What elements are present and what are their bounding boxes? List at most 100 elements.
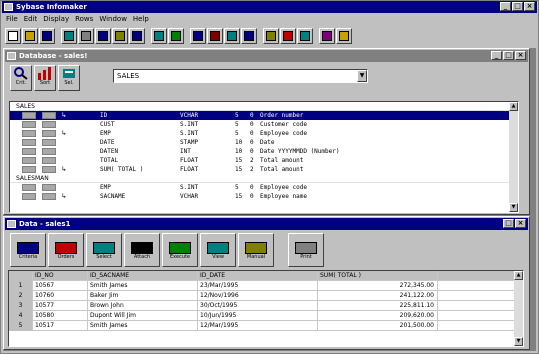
field-sort-cell[interactable] — [42, 148, 56, 155]
vertical-scrollbar[interactable]: ▲ ▼ — [509, 102, 518, 212]
manual-button[interactable]: Manual — [238, 233, 274, 267]
minimize-button[interactable]: _ — [491, 51, 502, 60]
field-selector-cell[interactable] — [22, 184, 36, 191]
query-button[interactable] — [224, 28, 240, 44]
window-menu-icon[interactable] — [7, 52, 16, 60]
table-row[interactable]: 3 10577 Brown John 30/Oct/1995 225,811.10 — [9, 301, 523, 311]
field-selector-cell[interactable] — [22, 166, 36, 173]
column-header[interactable] — [9, 271, 33, 281]
column-header[interactable]: SUM( TOTAL ) — [318, 271, 438, 281]
menu-help[interactable]: Help — [133, 14, 149, 25]
maximize-button[interactable]: □ — [503, 51, 514, 60]
sort-button[interactable]: Sort — [34, 65, 56, 91]
field-sort-cell[interactable] — [42, 139, 56, 146]
select-button[interactable]: Sel. — [58, 65, 80, 91]
criteria-button[interactable]: Crit. — [10, 65, 32, 91]
new-button[interactable] — [5, 28, 21, 44]
label-button[interactable] — [280, 28, 296, 44]
scroll-down-icon[interactable]: ▼ — [509, 203, 518, 212]
system-menu-icon[interactable] — [4, 3, 13, 11]
close-button[interactable]: × — [515, 51, 526, 60]
menu-rows[interactable]: Rows — [75, 14, 93, 25]
open-button[interactable] — [22, 28, 38, 44]
field-sort-cell[interactable] — [42, 193, 56, 200]
print-button[interactable] — [61, 28, 77, 44]
chart-button[interactable] — [207, 28, 223, 44]
field-sort-cell[interactable] — [42, 121, 56, 128]
field-row[interactable]: TOTAL FLOAT 15 2 Total amount — [10, 156, 518, 165]
field-selector-cell[interactable] — [22, 148, 36, 155]
form-button[interactable] — [263, 28, 279, 44]
orders-button[interactable]: Orders — [48, 233, 84, 267]
maximize-button[interactable]: □ — [512, 2, 523, 11]
exit-button[interactable] — [319, 28, 335, 44]
sort-button[interactable] — [151, 28, 167, 44]
section-header[interactable]: SALESMAN — [10, 174, 518, 183]
paste-button[interactable] — [112, 28, 128, 44]
criteria-button[interactable]: Criteria — [10, 233, 46, 267]
table-select[interactable]: SALES ▼ — [113, 69, 368, 83]
scroll-down-icon[interactable]: ▼ — [514, 337, 523, 346]
minimize-button[interactable]: _ — [500, 2, 511, 11]
row-number[interactable]: 3 — [9, 301, 33, 311]
field-sort-cell[interactable] — [42, 157, 56, 164]
field-sort-cell[interactable] — [42, 184, 56, 191]
print-button[interactable]: Print — [288, 233, 324, 267]
save-button[interactable] — [39, 28, 55, 44]
table-row[interactable]: 1 10567 Smith James 23/Mar/1995 272,345.00 — [9, 281, 523, 291]
close-button[interactable]: × — [515, 219, 526, 228]
cut-button[interactable] — [78, 28, 94, 44]
menu-display[interactable]: Display — [43, 14, 69, 25]
row-number[interactable]: 4 — [9, 311, 33, 321]
table-button[interactable] — [241, 28, 257, 44]
scroll-up-icon[interactable]: ▲ — [514, 271, 523, 280]
field-sort-cell[interactable] — [42, 166, 56, 173]
definition-titlebar[interactable]: Database - sales! _ □ × — [5, 50, 528, 62]
field-selector-cell[interactable] — [22, 130, 36, 137]
column-header[interactable]: ID_SACNAME — [88, 271, 198, 281]
table-row[interactable]: 2 10760 Baker Jim 12/Nov/1996 241,122.00 — [9, 291, 523, 301]
field-selector-cell[interactable] — [22, 112, 36, 119]
field-row[interactable]: ↳ SACNAME VCHAR 15 0 Employee name — [10, 192, 518, 201]
field-row[interactable]: ↳ EMP S.INT 5 0 Employee code — [10, 129, 518, 138]
field-sort-cell[interactable] — [42, 112, 56, 119]
field-row[interactable]: DATE STAMP 10 0 Date — [10, 138, 518, 147]
field-selector-cell[interactable] — [22, 193, 36, 200]
help-button[interactable] — [336, 28, 352, 44]
execute-button[interactable]: Execute — [162, 233, 198, 267]
column-header[interactable]: ID_DATE — [198, 271, 318, 281]
app-titlebar[interactable]: Sybase Infomaker _ □ × — [2, 1, 537, 13]
attach-button[interactable]: Attach — [124, 233, 160, 267]
report-button[interactable] — [190, 28, 206, 44]
dropdown-arrow-icon[interactable]: ▼ — [357, 70, 367, 82]
field-selector-cell[interactable] — [22, 157, 36, 164]
table-row[interactable]: 5 10517 Smith James 12/Mar/1995 201,500.00 — [9, 321, 523, 331]
vertical-scrollbar[interactable]: ▲ ▼ — [514, 271, 523, 346]
undo-button[interactable] — [129, 28, 145, 44]
field-row[interactable]: ↳ SUM( TOTAL ) FLOAT 15 2 Total amount — [10, 165, 518, 174]
column-header[interactable]: ID_NO — [33, 271, 88, 281]
menu-edit[interactable]: Edit — [24, 14, 38, 25]
filter-button[interactable] — [168, 28, 184, 44]
data-titlebar[interactable]: Data - sales1 □ × — [5, 218, 528, 230]
field-row[interactable]: EMP S.INT 5 0 Employee code — [10, 183, 518, 192]
grid-button[interactable] — [297, 28, 313, 44]
section-header[interactable]: SALES — [10, 102, 518, 111]
menu-file[interactable]: File — [6, 14, 18, 25]
row-number[interactable]: 2 — [9, 291, 33, 301]
select-button[interactable]: Select — [86, 233, 122, 267]
table-row[interactable]: 4 10580 Dupont Will Jim 10/Jun/1995 209,620.… — [9, 311, 523, 321]
maximize-button[interactable]: □ — [503, 219, 514, 228]
field-row[interactable]: ↳ ID VCHAR 5 0 Order number — [10, 111, 518, 120]
view-button[interactable]: View — [200, 233, 236, 267]
window-menu-icon[interactable] — [7, 220, 16, 228]
row-number[interactable]: 1 — [9, 281, 33, 291]
scroll-up-icon[interactable]: ▲ — [509, 102, 518, 111]
field-selector-cell[interactable] — [22, 139, 36, 146]
field-sort-cell[interactable] — [42, 130, 56, 137]
copy-button[interactable] — [95, 28, 111, 44]
field-row[interactable]: CUST S.INT 5 0 Customer code — [10, 120, 518, 129]
menu-window[interactable]: Window — [99, 14, 127, 25]
close-button[interactable]: × — [524, 2, 535, 11]
row-number[interactable]: 5 — [9, 321, 33, 331]
